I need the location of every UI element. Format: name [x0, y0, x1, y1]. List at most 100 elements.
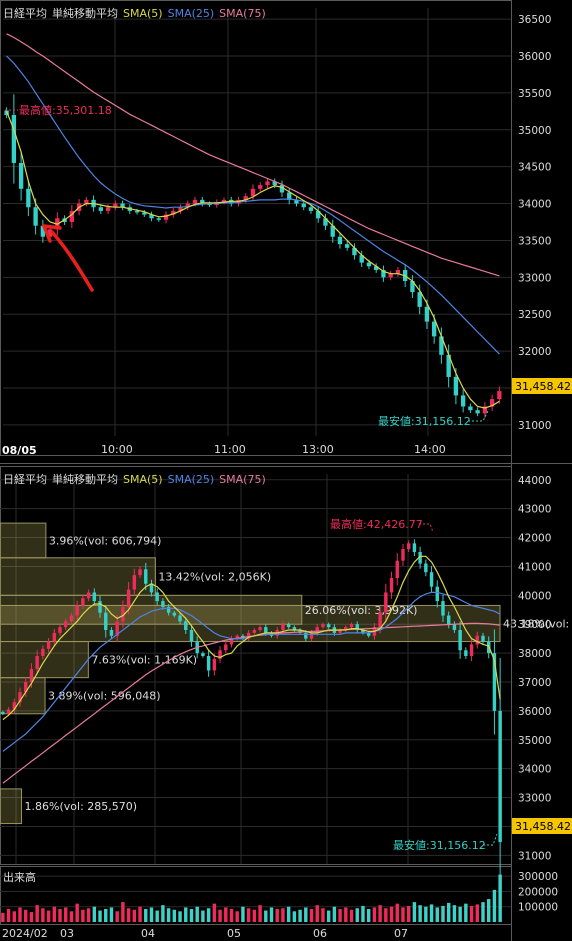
candle-body [468, 406, 473, 411]
volume-bar [446, 902, 451, 922]
candle-body [424, 563, 428, 573]
volume-profile-label: 7.63%(vol: 1,169K) [91, 654, 197, 667]
y-tick-label: 34000 [518, 764, 551, 776]
candle-body [389, 578, 394, 593]
volume-bar [406, 905, 411, 922]
volume-bar [64, 907, 68, 922]
candle-body [258, 627, 262, 630]
candle-body [345, 244, 350, 248]
candle-body [86, 592, 91, 599]
candle-body [41, 648, 45, 656]
volume-bar [24, 909, 28, 922]
candle-body [286, 624, 291, 628]
volume-bar [138, 906, 142, 922]
volume-bar [378, 905, 382, 922]
candle-body [92, 592, 97, 602]
candle-body [431, 321, 437, 337]
volume-y-axis: 100000 200000 300000 [518, 871, 558, 914]
y-tick-label: 41000 [518, 561, 551, 573]
volume-bar [401, 907, 405, 922]
candle-body [264, 627, 268, 633]
x-tick-label: 11:00 [214, 443, 246, 456]
volume-bar [418, 905, 422, 922]
volume-bar [229, 909, 234, 922]
candle-body [132, 575, 137, 590]
candle-body [6, 709, 11, 714]
volume-bar [309, 909, 314, 922]
intraday-legend: 日経平均 単純移動平均 SMA(5) SMA(25) SMA(75) [3, 6, 266, 20]
candle-body [81, 598, 85, 606]
candle-body [412, 543, 417, 552]
y-tick-label: 36500 [518, 14, 551, 26]
volume-bars [1, 874, 502, 922]
candle-body [429, 572, 434, 587]
volume-bar [486, 899, 491, 922]
candle-body [250, 188, 256, 197]
volume-bar [201, 910, 205, 922]
candle-body [192, 199, 198, 204]
candle-body [435, 586, 439, 602]
candle-body [321, 624, 325, 628]
sma75-line [6, 33, 500, 277]
volume-bar [195, 906, 199, 922]
volume-title: 出来高 [3, 870, 36, 884]
candle-body [258, 185, 263, 189]
volume-profile-label: 1.86%(vol: 285,570) [25, 800, 138, 813]
candle-body [98, 601, 102, 613]
volume-profile-bar [0, 522, 47, 559]
candle-body [126, 589, 131, 607]
volume-bar [58, 909, 62, 922]
legend-item: 単純移動平均 [52, 472, 118, 486]
volume-bar [475, 904, 479, 922]
candle-body [395, 560, 399, 578]
volume-profile-bar [0, 641, 89, 679]
candle-body [189, 630, 194, 642]
y-tick-label: 44000 [518, 475, 551, 487]
volume-bar [321, 908, 325, 922]
volume-bar [155, 910, 159, 922]
volume-bar [292, 911, 297, 922]
svg-text:最安値:31,156.12: 最安値:31,156.12 [393, 838, 486, 852]
candle-body [178, 615, 182, 622]
candle-body [406, 543, 411, 550]
candle-body [109, 630, 114, 636]
volume-bar [355, 908, 359, 922]
legend-item: 日経平均 [3, 7, 47, 20]
intraday-date-label: 08/05 [2, 444, 37, 457]
candle-body [337, 236, 343, 245]
candle-body [26, 188, 31, 208]
x-tick-label: 13:00 [302, 443, 334, 456]
candle-body [84, 199, 89, 204]
intraday-high-annotation: 最高値:35,301.18 [5, 103, 112, 117]
candle-body [35, 656, 39, 669]
volume-bar [235, 911, 239, 922]
volume-bar [481, 902, 485, 922]
daily-high-annotation: 最高値:42,426.77 [330, 517, 434, 533]
volume-bar [384, 908, 388, 922]
y-tick-label: 34500 [518, 162, 551, 174]
volume-bar [166, 908, 171, 922]
candle-body [224, 644, 228, 651]
volume-bar [338, 909, 342, 922]
volume-bar [18, 907, 22, 922]
y-tick-label: 37000 [518, 677, 551, 689]
y-tick-label: 34000 [518, 199, 551, 211]
volume-bar [189, 909, 194, 922]
x-tick-label: 03 [60, 927, 74, 940]
candle-body [441, 601, 445, 616]
candle-body [161, 601, 165, 607]
x-tick-label: 07 [394, 927, 408, 940]
intraday-last-price-box: 31,458.42 [512, 378, 572, 394]
y-tick-label: 32000 [518, 346, 551, 358]
volume-bar [286, 906, 291, 922]
volume-bar [361, 905, 365, 922]
chart-canvas: 1.86%(vol: 285,570) 3.89%(vol: 596,048) 7.… [0, 0, 572, 941]
candle-body [46, 641, 51, 649]
volume-profile: 1.86%(vol: 285,570) 3.89%(vol: 596,048) 7.… [0, 522, 572, 825]
x-tick-label: 04 [141, 927, 155, 940]
volume-bar [469, 905, 474, 922]
candle-body [349, 624, 354, 628]
volume-bar [389, 906, 394, 922]
volume-bar [246, 908, 251, 922]
volume-bar [218, 909, 222, 922]
